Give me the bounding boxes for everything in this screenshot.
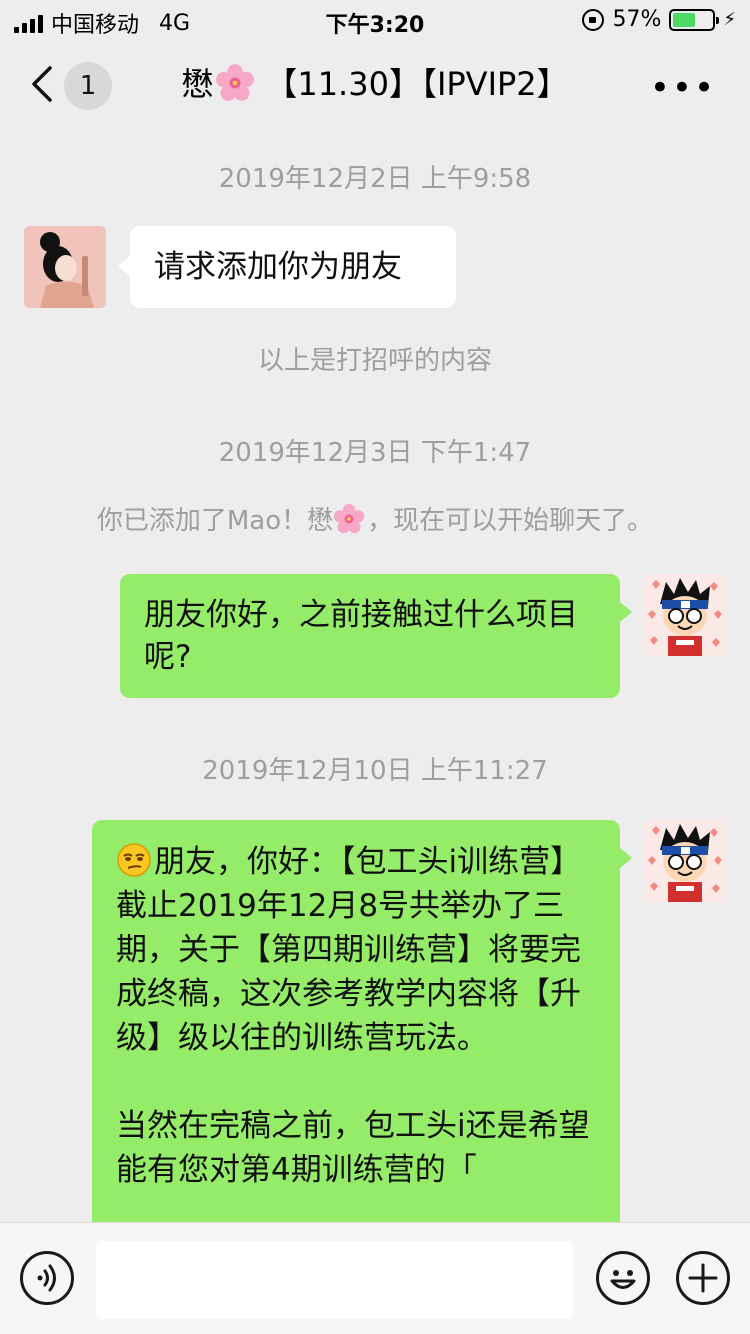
chat-title-name: 懋	[181, 65, 214, 103]
voice-icon	[37, 1264, 56, 1292]
system-message: 以上是打招呼的内容	[257, 346, 492, 376]
emoji-button[interactable]	[596, 1251, 650, 1305]
more-dots-icon: •••	[649, 68, 716, 108]
contact-avatar[interactable]	[24, 226, 106, 308]
more-functions-button[interactable]	[676, 1251, 730, 1305]
battery-percent: 57%	[612, 7, 662, 32]
battery-icon	[669, 8, 720, 31]
self-avatar[interactable]	[644, 820, 726, 902]
message-text: 朋友，你好：【包工头i训练营】截止2019年12月8号共举办了三期，关于【第四期…	[116, 844, 582, 1056]
avatar-image	[644, 820, 726, 902]
cherry-blossom-icon	[334, 503, 365, 534]
self-avatar[interactable]	[644, 574, 726, 656]
message-paragraph: 当然在完稿之前，包工头i还是希望能有您对第4期训练营的「	[116, 1108, 590, 1188]
message-bubble-incoming[interactable]: 请求添加你为朋友	[118, 226, 456, 308]
cherry-blossom-icon	[216, 64, 255, 101]
status-bar: 中国移动 4G 下午3:20 57% ⚡	[0, 0, 750, 40]
chat-title: 懋 【11.30】【IPVIP2】	[0, 62, 750, 106]
smirk-emoji-icon	[117, 843, 151, 877]
more-button[interactable]: •••	[650, 68, 716, 108]
system-message: 你已添加了Mao！懋 ，现在可以开始聊天了。	[0, 500, 750, 537]
message-list[interactable]: 2019年12月2日 上午9:58 请求添加你为朋友 以上是打招呼的内容 201…	[0, 130, 750, 1222]
message-paragraph: 朋友，你好：【包工头i训练营】截止2019年12月8号共举办了三期，关于【第四期…	[116, 840, 596, 1060]
charging-icon: ⚡	[723, 9, 736, 30]
voice-button[interactable]	[20, 1251, 74, 1305]
timestamp: 2019年12月10日 上午11:27	[202, 756, 548, 786]
input-bar	[0, 1222, 750, 1334]
message-text: 请求添加你为朋友	[154, 249, 402, 285]
message-bubble-outgoing[interactable]: 朋友，你好：【包工头i训练营】截止2019年12月8号共举办了三期，关于【第四期…	[92, 820, 632, 1222]
chat-title-tag: 【11.30】【IPVIP2】	[265, 65, 569, 103]
message-input[interactable]	[96, 1241, 574, 1319]
status-right: 57% ⚡	[582, 7, 736, 32]
chat-header: 1 懋【11.30】【IPVIP2】 •••	[0, 40, 750, 130]
timestamp: 2019年12月3日 下午1:47	[218, 438, 532, 468]
avatar-image	[644, 574, 726, 656]
system-message-part: 你已添加了Mao！懋	[96, 506, 334, 536]
message-bubble-outgoing[interactable]: 朋友你好，之前接触过什么项目呢?	[120, 574, 632, 698]
avatar-image	[24, 226, 106, 308]
rotation-lock-icon	[582, 8, 605, 31]
timestamp: 2019年12月2日 上午9:58	[218, 164, 532, 194]
system-message-part: ，现在可以开始聊天了。	[367, 506, 654, 536]
message-text: 朋友你好，之前接触过什么项目呢?	[144, 597, 578, 675]
emoji-icon	[610, 1270, 636, 1289]
plus-icon	[688, 1263, 718, 1293]
battery-fill	[673, 12, 696, 27]
